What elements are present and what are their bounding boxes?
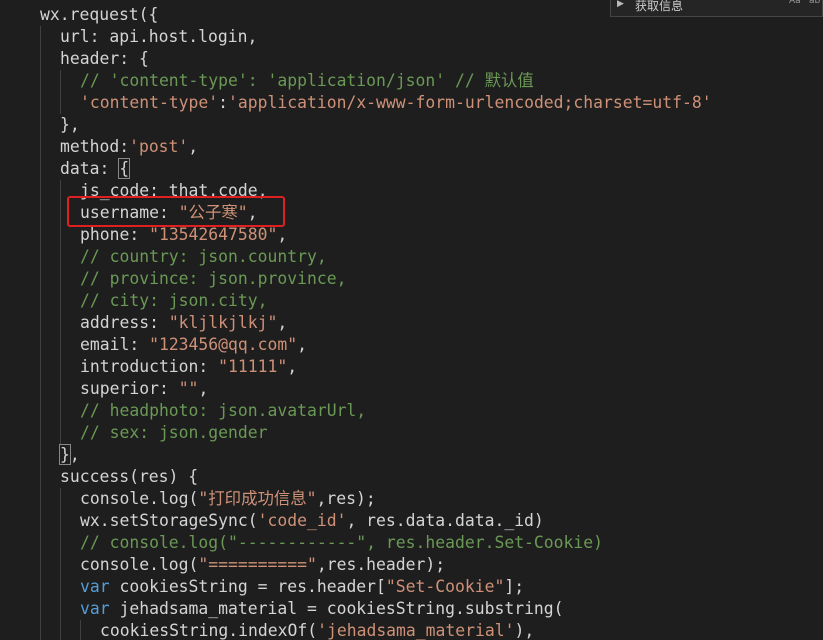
code-line[interactable]: // sex: json.gender	[80, 422, 268, 444]
code-line[interactable]: console.log("打印成功信息",res);	[80, 488, 376, 510]
code-line[interactable]: data: {	[60, 158, 131, 180]
code-token: // city: json.city,	[80, 291, 268, 310]
code-line[interactable]: address: "kljlkjlkj",	[80, 312, 287, 334]
code-token: console.log(	[80, 555, 199, 574]
find-input-text[interactable]: 获取信息	[635, 0, 683, 14]
indent-guide	[60, 70, 61, 114]
code-token: }	[59, 444, 71, 465]
code-line[interactable]: email: "123456@qq.com",	[80, 334, 307, 356]
code-token: "123456@qq.com"	[149, 335, 298, 354]
code-line[interactable]: // 'content-type': 'application/json' //…	[80, 70, 534, 92]
code-token: ,res.header);	[316, 555, 446, 574]
code-token: address:	[80, 313, 169, 332]
expand-arrow-icon[interactable]: ▶	[617, 0, 624, 9]
code-token: // headphoto: json.avatarUrl,	[80, 401, 367, 420]
match-case-button[interactable]: Aa	[789, 0, 801, 6]
code-token: , res.data.data._id)	[346, 511, 544, 530]
code-token: 'post'	[129, 137, 189, 156]
code-token: ),	[514, 621, 535, 640]
code-line[interactable]: // province: json.province,	[80, 268, 346, 290]
code-token: wx.setStorageSync(	[80, 511, 258, 530]
code-token: jehadsama_material = cookiesString.subst…	[109, 599, 564, 618]
indent-guide	[80, 620, 81, 640]
code-line[interactable]: introduction: "11111",	[80, 356, 297, 378]
code-line[interactable]: var jehadsama_material = cookiesString.s…	[80, 598, 564, 620]
code-token: success(res) {	[60, 467, 199, 486]
code-token: {	[118, 158, 131, 179]
code-line[interactable]: wx.setStorageSync('code_id', res.data.da…	[80, 510, 544, 532]
code-token: 'code_id'	[257, 511, 347, 530]
find-widget[interactable]: ▶ 获取信息 Aa ab	[610, 0, 823, 17]
code-token: ,	[69, 445, 80, 464]
code-line[interactable]: url: api.host.login,	[60, 26, 257, 48]
code-line[interactable]: wx.request({	[40, 4, 158, 26]
highlight-annotation-box	[67, 196, 285, 227]
code-token: introduction:	[80, 357, 219, 376]
code-token: ,	[188, 137, 199, 156]
code-token: 'content-type'	[80, 93, 219, 112]
code-line[interactable]: success(res) {	[60, 466, 198, 488]
code-token: // country: json.country,	[80, 247, 327, 266]
code-token: "13542647580"	[149, 225, 278, 244]
code-token: "11111"	[218, 357, 288, 376]
code-editor[interactable]: wx.request({ url: api.host.login, header: …	[0, 0, 823, 640]
code-line[interactable]: header: {	[60, 48, 149, 70]
code-line[interactable]: var cookiesString = res.header["Set-Cook…	[80, 576, 524, 598]
code-token: "kljlkjlkj"	[168, 313, 278, 332]
code-token: data:	[60, 159, 120, 178]
code-token: header: {	[60, 49, 149, 68]
indent-guide	[60, 180, 61, 444]
code-token: cookiesString.indexOf(	[100, 621, 318, 640]
code-token: },	[60, 115, 80, 134]
code-token: ,	[277, 225, 288, 244]
code-token: email:	[80, 335, 150, 354]
code-line[interactable]: // headphoto: json.avatarUrl,	[80, 400, 366, 422]
code-line[interactable]: 'content-type':'application/x-www-form-u…	[80, 92, 712, 114]
code-token: // sex: json.gender	[80, 423, 268, 442]
code-token: phone:	[80, 225, 150, 244]
code-token: "打印成功信息"	[198, 489, 317, 508]
code-token: // console.log("------------", res.heade…	[80, 533, 604, 552]
code-token: var	[80, 577, 110, 596]
code-token: ,	[287, 357, 298, 376]
code-token: // 'content-type': 'application/json' //…	[80, 71, 534, 90]
match-word-button[interactable]: ab	[809, 0, 820, 6]
code-line[interactable]: phone: "13542647580",	[80, 224, 287, 246]
code-token: wx.request({	[40, 5, 159, 24]
code-line[interactable]: },	[59, 444, 80, 466]
indent-guide	[60, 488, 61, 640]
code-token: "=========="	[198, 555, 317, 574]
code-token: url: api.host.login,	[60, 27, 258, 46]
code-line[interactable]: superior: "",	[80, 378, 208, 400]
code-token: method:	[60, 137, 130, 156]
code-line[interactable]: cookiesString.indexOf('jehadsama_materia…	[100, 620, 534, 640]
code-token: console.log(	[80, 489, 199, 508]
code-token: "Set-Cookie"	[385, 577, 505, 596]
code-token: :	[218, 93, 229, 112]
code-token: ,res);	[316, 489, 376, 508]
code-token: ];	[504, 577, 525, 596]
code-line[interactable]: console.log("==========",res.header);	[80, 554, 445, 576]
code-line[interactable]: method:'post',	[60, 136, 198, 158]
code-token: ,	[277, 313, 288, 332]
code-token: var	[80, 599, 110, 618]
code-token: ,	[297, 335, 307, 354]
code-token: 'jehadsama_material'	[317, 621, 515, 640]
code-line[interactable]: // country: json.country,	[80, 246, 327, 268]
code-token: // province: json.province,	[80, 269, 347, 288]
code-token: ""	[178, 379, 199, 398]
code-token: cookiesString = res.header[	[109, 577, 386, 596]
code-line[interactable]: },	[60, 114, 80, 136]
code-token: superior:	[80, 379, 179, 398]
indent-guide	[40, 26, 41, 640]
code-token: ,	[198, 379, 209, 398]
code-line[interactable]: // console.log("------------", res.heade…	[80, 532, 603, 554]
code-line[interactable]: // city: json.city,	[80, 290, 268, 312]
code-token: 'application/x-www-form-urlencoded;chars…	[228, 93, 712, 112]
